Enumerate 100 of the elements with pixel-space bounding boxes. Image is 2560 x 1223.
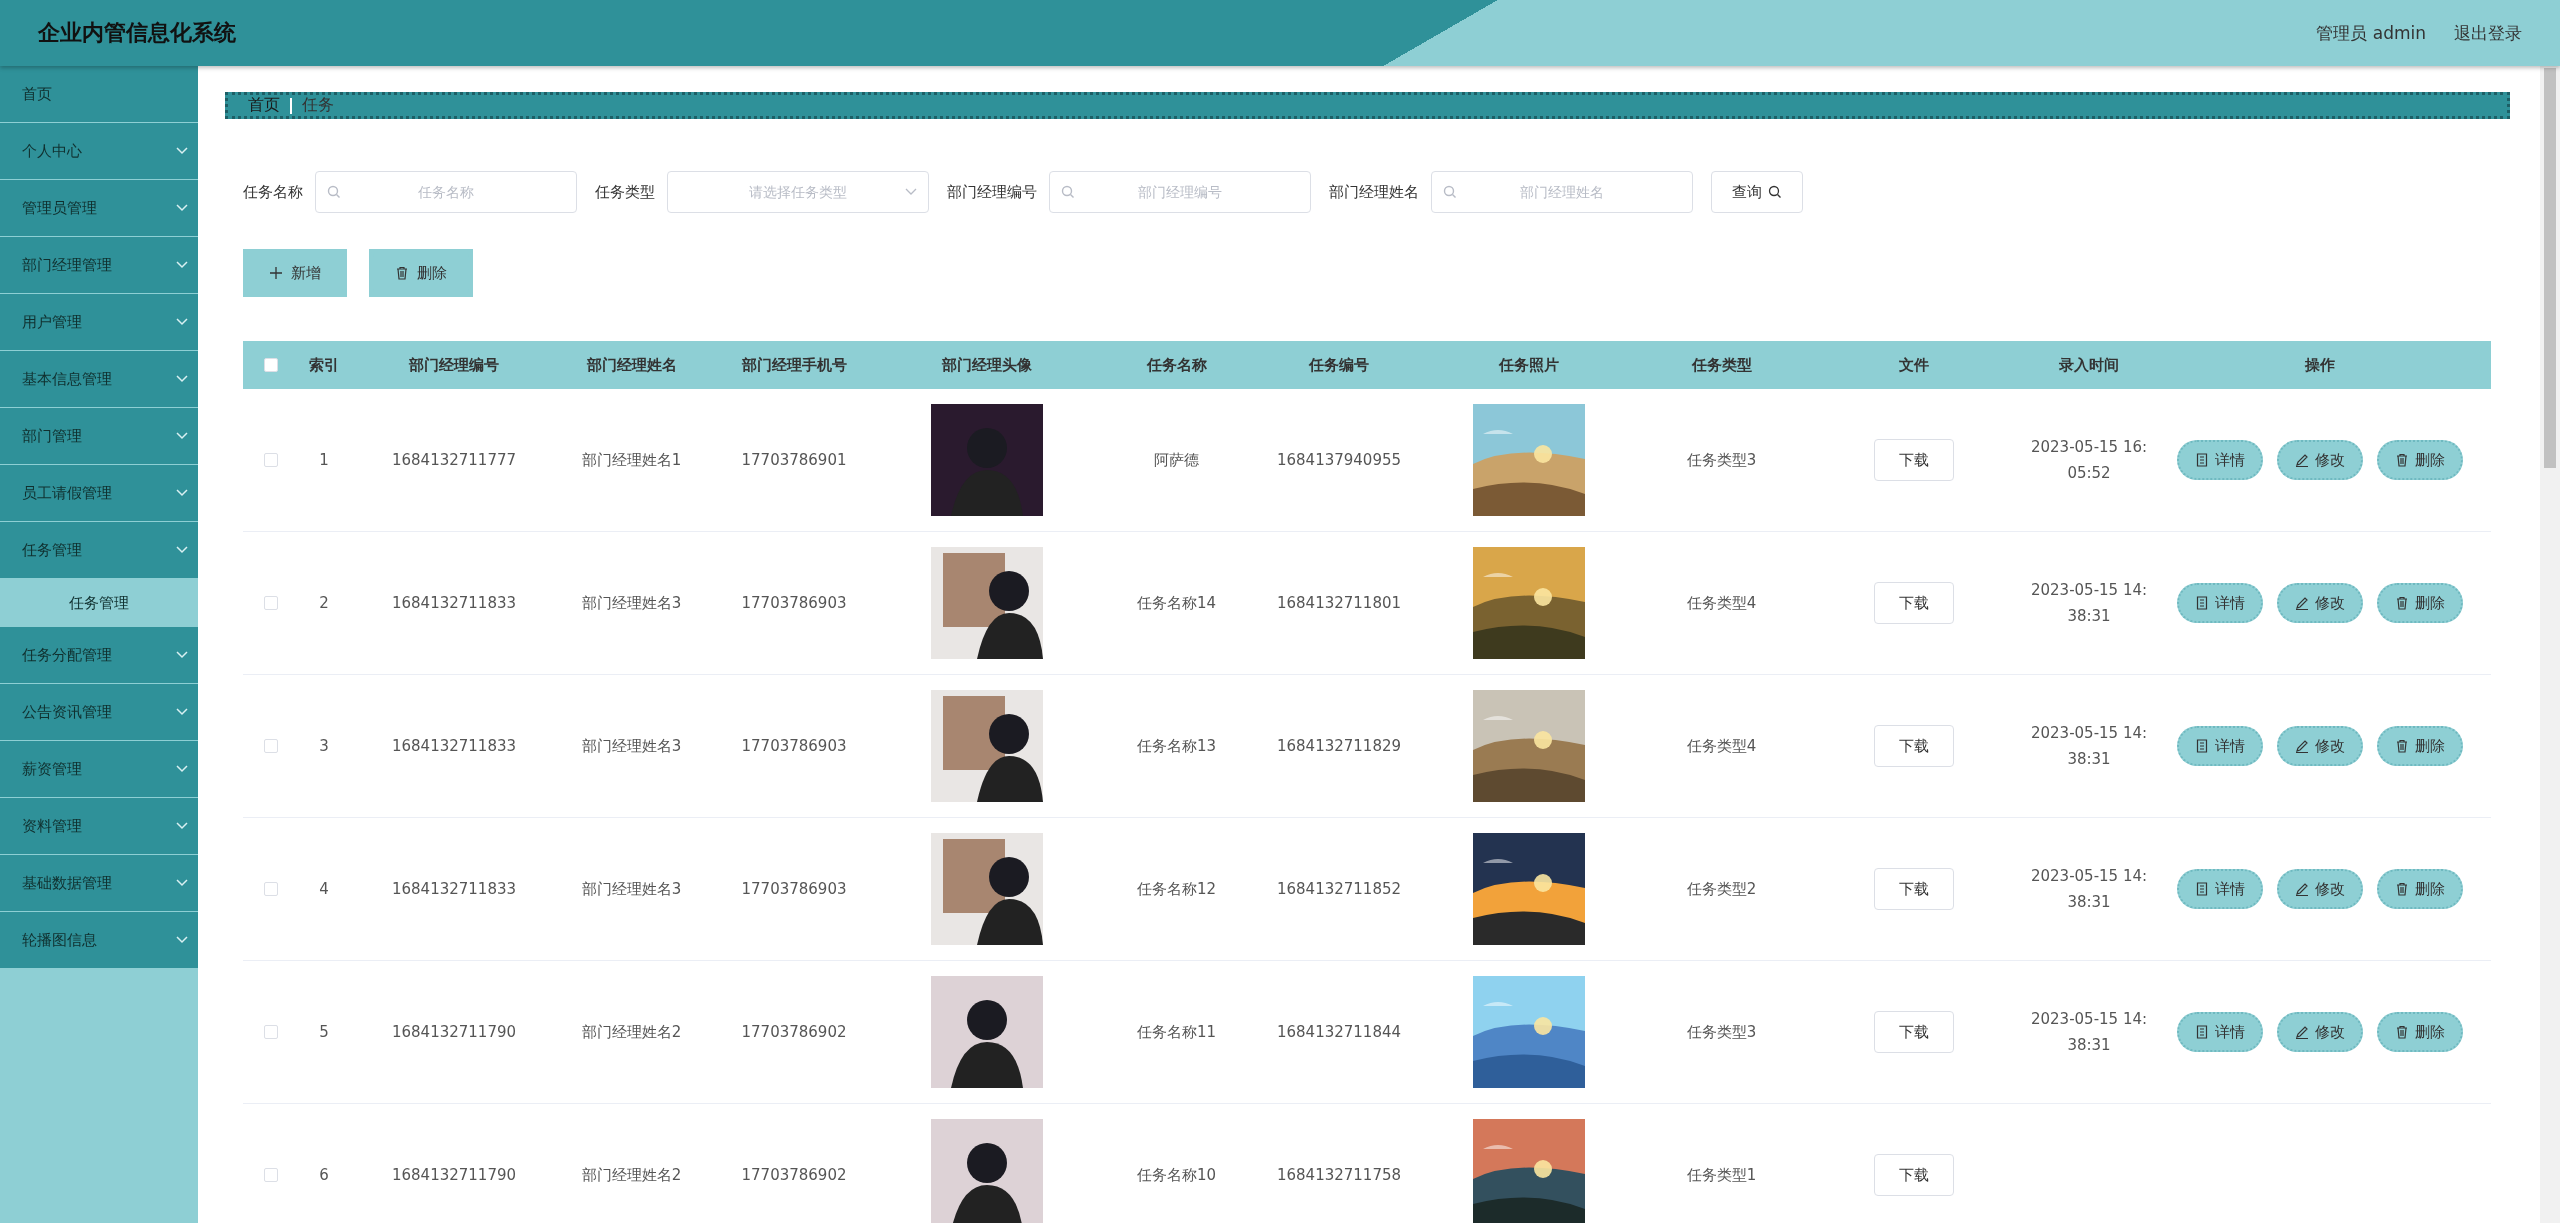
select-field[interactable]: 请选择任务类型 [667, 171, 929, 213]
document-icon [2195, 739, 2209, 753]
column-header: 任务编号 [1309, 355, 1369, 375]
table-cell: 17703786901 [741, 451, 847, 469]
logout-link[interactable]: 退出登录 [2454, 21, 2522, 45]
table-cell: 6 [319, 1166, 329, 1184]
table-cell: 部门经理姓名2 [581, 1165, 682, 1185]
table-cell: 1684137940955 [1276, 451, 1402, 469]
sidebar-item-label: 用户管理 [22, 312, 83, 332]
checkbox[interactable] [264, 739, 278, 753]
trash-icon [2395, 1025, 2409, 1039]
table-cell: 5 [319, 1023, 329, 1041]
document-icon [2195, 1025, 2209, 1039]
table-cell: 阿萨德 [1154, 450, 1199, 470]
checkbox[interactable] [264, 596, 278, 610]
edit-button[interactable]: 修改 [2277, 440, 2363, 480]
details-button[interactable]: 详情 [2177, 583, 2263, 623]
delete-button[interactable]: 删除 [2377, 1012, 2463, 1052]
column-header: 任务类型 [1691, 355, 1752, 375]
table-cell: 部门经理姓名2 [581, 1022, 682, 1042]
table-cell: 3 [319, 737, 329, 755]
column-header: 部门经理姓名 [586, 355, 677, 375]
chevron-down-icon [176, 822, 188, 830]
column-header: 部门经理手机号 [741, 355, 847, 375]
table-cell: 任务名称10 [1136, 1165, 1217, 1185]
edit-button[interactable]: 修改 [2277, 1012, 2363, 1052]
table-cell: 任务名称11 [1136, 1022, 1217, 1042]
details-button[interactable]: 详情 [2177, 726, 2263, 766]
sidebar-item-label: 首页 [22, 84, 53, 104]
download-button[interactable]: 下载 [1874, 1011, 1954, 1053]
checkbox[interactable] [264, 1168, 278, 1182]
table-cell: 任务名称12 [1136, 879, 1217, 899]
search-icon [1768, 185, 1782, 199]
document-icon [2195, 596, 2209, 610]
download-button[interactable]: 下载 [1874, 582, 1954, 624]
table-cell: 1684132711844 [1276, 1023, 1402, 1041]
pencil-icon [2295, 453, 2309, 467]
search-field[interactable]: 部门经理编号 [1049, 171, 1311, 213]
column-header: 部门经理编号 [409, 355, 499, 375]
trash-icon [2395, 596, 2409, 610]
document-icon [2195, 882, 2209, 896]
chevron-down-icon [176, 147, 188, 155]
table-cell: 4 [319, 880, 329, 898]
details-button[interactable]: 详情 [2177, 869, 2263, 909]
table-cell-text: 2023-05-15 14:38:31 [2029, 866, 2149, 913]
table-cell-text: 2023-05-15 14:38:31 [2029, 1009, 2149, 1056]
user-label: 管理员 admin [2316, 21, 2426, 45]
download-button[interactable]: 下载 [1874, 725, 1954, 767]
details-button[interactable]: 详情 [2177, 1012, 2263, 1052]
search-field[interactable]: 部门经理姓名 [1431, 171, 1693, 213]
table-cell: 1684132711777 [391, 451, 517, 469]
table-cell: 任务类型3 [1686, 450, 1757, 470]
chevron-down-icon [176, 432, 188, 440]
delete-button[interactable]: 删除 [2377, 583, 2463, 623]
edit-button[interactable]: 修改 [2277, 869, 2363, 909]
table-cell: 部门经理姓名3 [581, 879, 682, 899]
chevron-down-icon [176, 204, 188, 212]
checkbox[interactable] [264, 1025, 278, 1039]
pencil-icon [2295, 739, 2309, 753]
checkbox[interactable] [264, 453, 278, 467]
trash-icon [2395, 882, 2409, 896]
submenu-item[interactable]: 任务管理 [0, 579, 198, 627]
breadcrumb-item[interactable]: 首页 [248, 95, 280, 116]
delete-button[interactable]: 删除 [2377, 869, 2463, 909]
delete-button[interactable]: 删除 [2377, 726, 2463, 766]
chevron-down-icon [176, 375, 188, 383]
sidebar-item-label: 轮播图信息 [22, 930, 98, 950]
column-header: 录入时间 [2059, 355, 2119, 375]
chevron-down-icon [176, 651, 188, 659]
table-cell: 17703786903 [741, 594, 847, 612]
download-button[interactable]: 下载 [1874, 439, 1954, 481]
checkbox[interactable] [264, 358, 278, 372]
search-button[interactable]: 查询 [1711, 171, 1803, 213]
delete-button[interactable]: 删除 [2377, 440, 2463, 480]
download-button[interactable]: 下载 [1874, 868, 1954, 910]
search-field[interactable]: 任务名称 [315, 171, 577, 213]
table-cell: 1684132711790 [391, 1166, 517, 1184]
table-cell: 任务类型3 [1686, 1022, 1757, 1042]
table-cell: 1684132711833 [391, 737, 517, 755]
table-cell: 1684132711758 [1276, 1166, 1402, 1184]
chevron-down-icon [176, 936, 188, 944]
table-cell: 2 [319, 594, 329, 612]
chevron-down-icon [176, 546, 188, 554]
edit-button[interactable]: 修改 [2277, 726, 2363, 766]
checkbox[interactable] [264, 882, 278, 896]
details-button[interactable]: 详情 [2177, 440, 2263, 480]
pencil-icon [2295, 596, 2309, 610]
table-cell: 1684132711829 [1276, 737, 1402, 755]
edit-button[interactable]: 修改 [2277, 583, 2363, 623]
table-cell: 任务类型4 [1686, 593, 1757, 613]
scrollbar[interactable] [2540, 66, 2560, 1223]
download-button[interactable]: 下载 [1874, 1154, 1954, 1196]
sidebar-item-label: 管理员管理 [22, 198, 98, 218]
table-cell: 任务名称14 [1136, 593, 1217, 613]
field-label: 任务类型 [595, 182, 655, 202]
search-icon [1061, 185, 1075, 199]
table-cell: 17703786902 [741, 1166, 847, 1184]
table-cell-text: 2023-05-15 14:38:31 [2029, 580, 2149, 627]
field-label: 部门经理姓名 [1329, 182, 1419, 202]
pencil-icon [2295, 882, 2309, 896]
